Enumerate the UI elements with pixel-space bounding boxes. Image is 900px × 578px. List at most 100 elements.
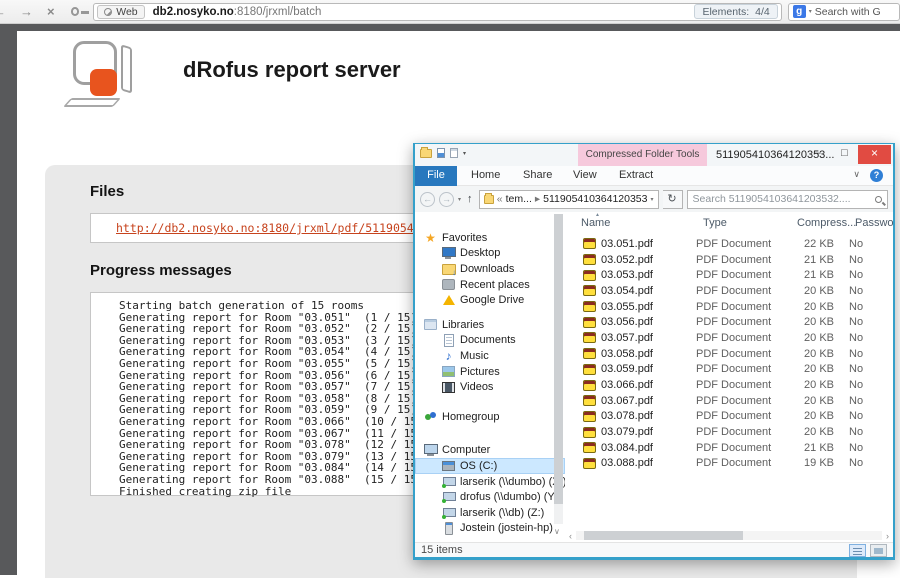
nav-group-homegroup[interactable]: Homegroup	[415, 409, 565, 425]
nav-item[interactable]: Downloads	[415, 261, 565, 277]
minimize-button[interactable]: –	[804, 145, 831, 164]
nav-label: OS (C:)	[460, 460, 497, 472]
explorer-titlebar[interactable]: ▾ Compressed Folder Tools 51190541036412…	[415, 144, 893, 166]
file-row[interactable]: 03.055.pdfPDF Document20 KBNo	[567, 299, 893, 315]
nav-group-favorites[interactable]: Favorites	[415, 230, 565, 246]
star-icon	[424, 232, 437, 244]
breadcrumb-bar[interactable]: « tem... ▸ 5119054103641203532.zip ▾	[479, 190, 659, 209]
file-row[interactable]: 03.052.pdfPDF Document21 KBNo	[567, 252, 893, 268]
details-view-button[interactable]	[849, 544, 866, 557]
nav-scrollbar[interactable]	[554, 214, 563, 524]
nav-label: drofus (\\dumbo) (Y:)	[460, 491, 561, 503]
file-row[interactable]: 03.053.pdfPDF Document21 KBNo	[567, 267, 893, 283]
up-button[interactable]: ↑	[467, 193, 473, 205]
tab-share[interactable]: Share	[523, 166, 552, 186]
properties-icon[interactable]	[450, 148, 458, 158]
browser-search-field[interactable]: g ▾ Search with G	[788, 3, 900, 21]
pdf-file-icon	[583, 380, 596, 391]
key-icon[interactable]	[71, 7, 80, 16]
file-row[interactable]: 03.059.pdfPDF Document20 KBNo	[567, 362, 893, 378]
file-row[interactable]: 03.056.pdfPDF Document20 KBNo	[567, 314, 893, 330]
file-row[interactable]: 03.079.pdfPDF Document20 KBNo	[567, 424, 893, 440]
security-badge[interactable]: Web	[97, 5, 144, 19]
nav-scrollbar-thumb[interactable]	[554, 214, 563, 504]
nav-group-computer[interactable]: Computer	[415, 443, 565, 459]
help-button[interactable]: ?	[870, 169, 883, 182]
file-password: No	[849, 442, 863, 454]
nav-item[interactable]: Google Drive	[415, 292, 565, 308]
nav-item[interactable]: larserik (\\dumbo) (X:)	[415, 474, 565, 490]
nav-item[interactable]: Desktop	[415, 246, 565, 262]
scroll-right-icon[interactable]: ›	[886, 531, 889, 541]
file-type: PDF Document	[696, 379, 772, 391]
tab-view[interactable]: View	[573, 166, 597, 186]
breadcrumb-segment[interactable]: tem...	[506, 193, 532, 205]
file-compressed-size: 20 KB	[772, 301, 834, 313]
nav-item[interactable]: Videos	[415, 379, 565, 395]
nav-back-button[interactable]: ←	[420, 192, 435, 207]
scroll-left-icon[interactable]: ‹	[569, 531, 572, 541]
browser-address-bar[interactable]: Web db2.nosyko.no:8180/jrxml/batch Eleme…	[93, 3, 782, 21]
browser-forward-icon[interactable]: →	[20, 2, 33, 22]
column-header-password[interactable]: Passwor	[855, 217, 893, 229]
url-host: db2.nosyko.no	[153, 6, 234, 18]
browser-stop-icon[interactable]: ×	[47, 2, 55, 22]
nav-item[interactable]: Recent places	[415, 277, 565, 293]
file-name: 03.055.pdf	[601, 301, 696, 313]
tab-file[interactable]: File	[415, 166, 457, 186]
file-row[interactable]: 03.088.pdfPDF Document19 KBNo	[567, 456, 893, 472]
contextual-tab-header[interactable]: Compressed Folder Tools	[578, 144, 707, 166]
address-row: ← → ▾ ↑ « tem... ▸ 5119054103641203532.z…	[415, 186, 893, 212]
refresh-button[interactable]: ↻	[663, 190, 683, 209]
nav-label: Pictures	[460, 366, 500, 378]
nav-label: Music	[460, 350, 489, 362]
tab-extract[interactable]: Extract	[619, 166, 653, 186]
new-folder-icon[interactable]	[437, 148, 445, 158]
column-header-type[interactable]: Type	[703, 217, 727, 229]
nav-item[interactable]: drofus (\\dumbo) (Y:)	[415, 489, 565, 505]
explorer-search-field[interactable]: Search 5119054103641203532....	[687, 190, 888, 209]
horizontal-scrollbar[interactable]: ‹ ›	[569, 530, 889, 541]
file-compressed-size: 19 KB	[772, 457, 834, 469]
nav-scroll-down-icon[interactable]: ∨	[554, 527, 560, 536]
ribbon-collapse-icon[interactable]: ∨	[853, 169, 860, 180]
nav-item[interactable]: Jostein (jostein-hp)	[415, 521, 565, 537]
file-row[interactable]: 03.067.pdfPDF Document20 KBNo	[567, 393, 893, 409]
pdf-file-icon	[583, 238, 596, 249]
close-button[interactable]: ×	[858, 145, 891, 164]
nav-item[interactable]: Pictures	[415, 364, 565, 380]
nav-forward-button[interactable]: →	[439, 192, 454, 207]
file-row[interactable]: 03.078.pdfPDF Document20 KBNo	[567, 409, 893, 425]
search-engine-dropdown-icon[interactable]: ▾	[809, 8, 812, 15]
browser-back-icon[interactable]: ←	[0, 2, 6, 22]
nav-label: Downloads	[460, 263, 514, 275]
folder-icon	[420, 149, 432, 158]
breadcrumb-overflow-icon[interactable]: «	[497, 193, 503, 205]
file-row[interactable]: 03.084.pdfPDF Document21 KBNo	[567, 440, 893, 456]
maximize-button[interactable]: □	[831, 145, 858, 164]
search-icon	[875, 196, 882, 203]
nav-item[interactable]: OS (C:)	[415, 458, 565, 474]
file-row[interactable]: 03.051.pdfPDF Document22 KBNo	[567, 236, 893, 252]
file-row[interactable]: 03.058.pdfPDF Document20 KBNo	[567, 346, 893, 362]
nav-item[interactable]: larserik (\\db) (Z:)	[415, 505, 565, 521]
address-dropdown-icon[interactable]: ▾	[651, 196, 654, 203]
file-row[interactable]: 03.066.pdfPDF Document20 KBNo	[567, 377, 893, 393]
nav-item[interactable]: Music	[415, 348, 565, 364]
nav-group-libraries[interactable]: Libraries	[415, 317, 565, 333]
qat-dropdown-icon[interactable]: ▾	[463, 150, 466, 157]
file-type: PDF Document	[696, 332, 772, 344]
column-header-name[interactable]: Name	[581, 217, 610, 229]
column-header-compressed-size[interactable]: Compress...	[797, 217, 856, 229]
history-dropdown-icon[interactable]: ▾	[458, 196, 461, 203]
file-row[interactable]: 03.054.pdfPDF Document20 KBNo	[567, 283, 893, 299]
breadcrumb-current[interactable]: 5119054103641203532.zip	[543, 193, 647, 205]
hscroll-thumb[interactable]	[584, 531, 743, 540]
file-compressed-size: 20 KB	[772, 379, 834, 391]
large-icons-view-button[interactable]	[870, 544, 887, 557]
pdf-file-icon	[583, 364, 596, 375]
file-row[interactable]: 03.057.pdfPDF Document20 KBNo	[567, 330, 893, 346]
tab-home[interactable]: Home	[471, 166, 500, 186]
nav-item[interactable]: Documents	[415, 333, 565, 349]
nav-label: Recent places	[460, 279, 530, 291]
